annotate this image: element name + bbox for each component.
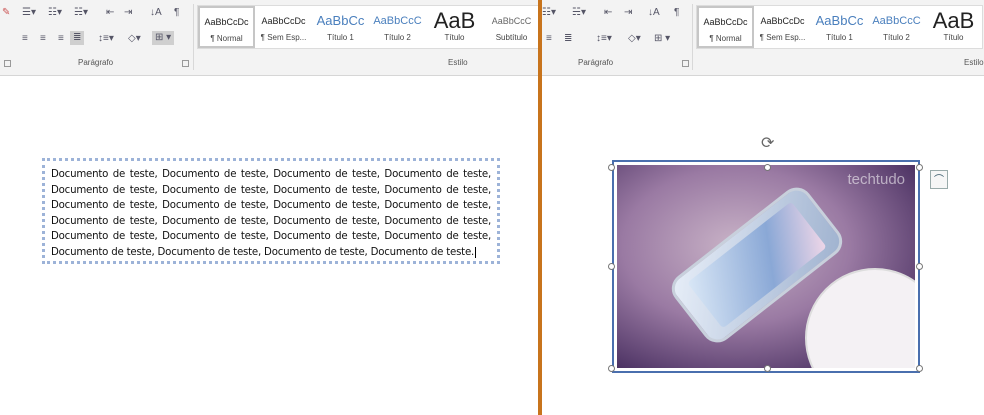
paragraph-group-label: Parágrafo xyxy=(578,58,614,67)
numbering-icon[interactable]: ☷▾ xyxy=(48,6,62,20)
ribbon: ☷▾ ☵▾ ⇤ ⇥ ↓A ¶ ≡ ≣ ↕≡▾ ◇▾ ⊞ ▾ Parágrafo … xyxy=(542,0,984,76)
pilcrow-icon[interactable]: ¶ xyxy=(674,6,679,20)
style-name: Título xyxy=(444,33,465,42)
resize-handle[interactable] xyxy=(608,164,615,171)
style-gallery: AaBbCcDc ¶ Normal AaBbCcDc ¶ Sem Esp... Aa… xyxy=(696,5,983,49)
multilevel-list-icon[interactable]: ☵▾ xyxy=(572,6,586,20)
justify-icon[interactable]: ≣ xyxy=(70,31,85,45)
style-preview: AaBbCcDc xyxy=(703,17,748,27)
style-name: ¶ Normal xyxy=(709,34,742,43)
shading-icon[interactable]: ◇▾ xyxy=(128,32,141,46)
text-box[interactable]: Documento de teste, Documento de teste, … xyxy=(42,158,500,264)
font-dialog-launcher[interactable] xyxy=(4,60,11,67)
group-separator xyxy=(193,4,194,70)
style-name: Título xyxy=(943,33,964,42)
resize-handle[interactable] xyxy=(608,365,615,372)
text-cursor xyxy=(475,246,477,258)
bullets-icon[interactable]: ☰▾ xyxy=(22,6,36,20)
rotate-handle-icon[interactable]: ⟳ xyxy=(761,133,774,153)
left-panel: ✎ ☰▾ ☷▾ ☵▾ ⇤ ⇥ ↓A ¶ ≡ ≡ ≡ ≣ ↕≡▾ ◇▾ ⊞ ▾ P… xyxy=(0,0,538,415)
decrease-indent-icon[interactable]: ⇤ xyxy=(604,6,612,20)
plate xyxy=(805,268,915,368)
align-center-icon[interactable]: ≡ xyxy=(40,32,46,46)
increase-indent-icon[interactable]: ⇥ xyxy=(124,6,132,20)
line-spacing-icon[interactable]: ↕≡▾ xyxy=(98,32,114,46)
style-preview: AaBbCcDc xyxy=(760,16,805,26)
style-name: ¶ Sem Esp... xyxy=(260,33,307,42)
sort-icon[interactable]: ↓A xyxy=(150,6,162,20)
increase-indent-icon[interactable]: ⇥ xyxy=(624,6,632,20)
style-gallery: AaBbCcDc ¶ Normal AaBbCcDc ¶ Sem Esp... Aa… xyxy=(197,5,538,49)
paragraph-dialog-launcher[interactable] xyxy=(182,60,189,67)
style-preview: AaBbCc xyxy=(316,13,365,28)
watermark: techtudo xyxy=(847,171,905,188)
multilevel-list-icon[interactable]: ☵▾ xyxy=(74,6,88,20)
resize-handle[interactable] xyxy=(764,365,771,372)
style-name: Título 2 xyxy=(883,33,910,42)
style-preview: AaB xyxy=(932,8,975,33)
borders-icon[interactable]: ⊞ ▾ xyxy=(654,32,670,46)
style-normal[interactable]: AaBbCcDc ¶ Normal xyxy=(697,6,754,48)
style-name: Título 1 xyxy=(826,33,853,42)
sort-icon[interactable]: ↓A xyxy=(648,6,660,20)
style-no-spacing[interactable]: AaBbCcDc ¶ Sem Esp... xyxy=(255,6,312,48)
style-subtitle[interactable]: AaBbCcC Subtítulo xyxy=(483,6,538,48)
style-heading-2[interactable]: AaBbCcC Título 2 xyxy=(868,6,925,48)
resize-handle[interactable] xyxy=(764,164,771,171)
style-preview: AaBbCcC xyxy=(872,15,921,27)
layout-options-icon[interactable]: ⌒ xyxy=(930,170,948,189)
phone-photo: techtudo xyxy=(617,165,915,368)
style-group-label: Estilo xyxy=(964,58,984,67)
style-heading-1[interactable]: AaBbCc Título 1 xyxy=(811,6,868,48)
style-no-spacing[interactable]: AaBbCcDc ¶ Sem Esp... xyxy=(754,6,811,48)
style-name: ¶ Normal xyxy=(210,34,243,43)
style-name: Título 2 xyxy=(384,33,411,42)
resize-handle[interactable] xyxy=(916,365,923,372)
style-normal[interactable]: AaBbCcDc ¶ Normal xyxy=(198,6,255,48)
selected-image[interactable]: techtudo xyxy=(612,160,920,373)
paragraph-group-label: Parágrafo xyxy=(78,58,114,67)
document-text[interactable]: Documento de teste, Documento de teste, … xyxy=(51,169,491,258)
justify-icon[interactable]: ≣ xyxy=(564,32,572,46)
resize-handle[interactable] xyxy=(608,263,615,270)
style-preview: AaB xyxy=(433,8,476,33)
resize-handle[interactable] xyxy=(916,263,923,270)
style-group-label: Estilo xyxy=(448,58,468,67)
resize-handle[interactable] xyxy=(916,164,923,171)
numbering-icon[interactable]: ☷▾ xyxy=(542,6,556,20)
borders-icon[interactable]: ⊞ ▾ xyxy=(152,31,175,45)
style-name: Subtítulo xyxy=(495,33,528,42)
style-preview: AaBbCc xyxy=(815,13,864,28)
style-title[interactable]: AaB Título xyxy=(426,6,483,48)
align-right-icon[interactable]: ≡ xyxy=(58,32,64,46)
align-right-icon[interactable]: ≡ xyxy=(546,32,552,46)
shading-icon[interactable]: ◇▾ xyxy=(628,32,641,46)
line-spacing-icon[interactable]: ↕≡▾ xyxy=(596,32,612,46)
style-heading-1[interactable]: AaBbCc Título 1 xyxy=(312,6,369,48)
paragraph-dialog-launcher[interactable] xyxy=(682,60,689,67)
style-title[interactable]: AaB Título xyxy=(925,6,982,48)
align-left-icon[interactable]: ≡ xyxy=(22,32,28,46)
style-name: Título 1 xyxy=(327,33,354,42)
style-heading-2[interactable]: AaBbCcC Título 2 xyxy=(369,6,426,48)
style-preview: AaBbCcDc xyxy=(261,16,306,26)
style-preview: AaBbCcC xyxy=(491,16,532,26)
right-panel: ☷▾ ☵▾ ⇤ ⇥ ↓A ¶ ≡ ≣ ↕≡▾ ◇▾ ⊞ ▾ Parágrafo … xyxy=(542,0,984,415)
decrease-indent-icon[interactable]: ⇤ xyxy=(106,6,114,20)
style-name: ¶ Sem Esp... xyxy=(759,33,806,42)
ribbon: ✎ ☰▾ ☷▾ ☵▾ ⇤ ⇥ ↓A ¶ ≡ ≡ ≡ ≣ ↕≡▾ ◇▾ ⊞ ▾ P… xyxy=(0,0,538,76)
pilcrow-icon[interactable]: ¶ xyxy=(174,6,179,20)
group-separator xyxy=(692,4,693,70)
format-painter-icon[interactable]: ✎ xyxy=(2,6,10,20)
style-preview: AaBbCcDc xyxy=(204,17,249,27)
style-preview: AaBbCcC xyxy=(373,15,422,27)
